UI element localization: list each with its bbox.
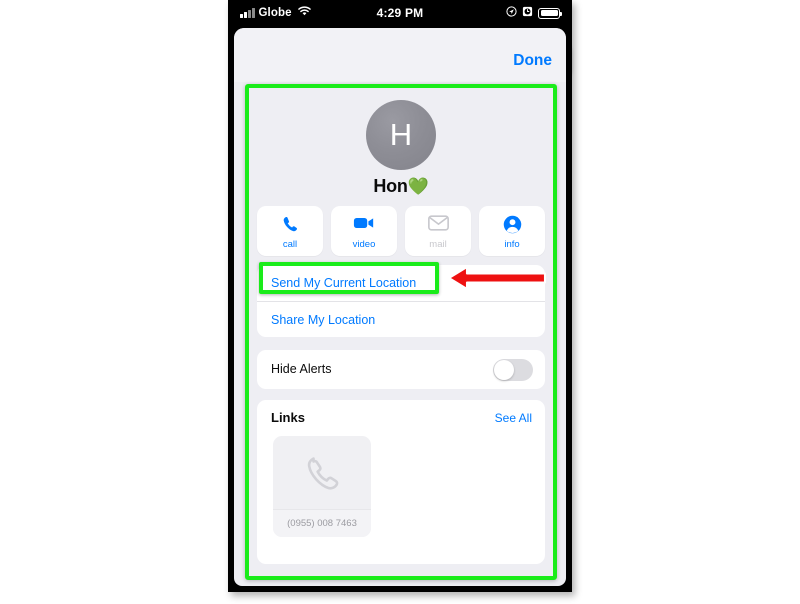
navigation-bar: Done — [234, 28, 566, 82]
person-circle-icon — [479, 215, 545, 234]
send-my-current-location-row[interactable]: Send My Current Location — [257, 265, 545, 301]
call-button-label: call — [282, 239, 298, 250]
done-button[interactable]: Done — [513, 52, 552, 70]
status-bar: Globe 4:29 PM — [228, 0, 572, 28]
contact-profile: H Hon💚 — [249, 88, 553, 203]
hide-alerts-toggle[interactable] — [493, 359, 533, 381]
phone-device-frame: Globe 4:29 PM Done H Hon💚 call video mai… — [228, 0, 572, 592]
status-bar-right — [506, 6, 562, 20]
screenshot-stage: Globe 4:29 PM Done H Hon💚 call video mai… — [0, 0, 800, 604]
hide-alerts-label: Hide Alerts — [271, 362, 332, 376]
phone-icon — [257, 215, 323, 234]
green-heart-emoji: 💚 — [407, 177, 429, 196]
share-my-location-row[interactable]: Share My Location — [257, 301, 545, 337]
alarm-clock-icon — [522, 6, 533, 20]
location-group: Send My Current Location Share My Locati… — [257, 265, 545, 337]
location-arrow-icon — [506, 6, 517, 20]
mail-button-label: mail — [429, 239, 447, 250]
call-button[interactable]: call — [257, 206, 323, 256]
phone-screen: Done H Hon💚 call video mail info Send My… — [234, 28, 566, 586]
info-button-label: info — [504, 239, 520, 250]
contact-name-text: Hon — [373, 176, 408, 196]
phone-handset-icon — [273, 436, 371, 510]
contact-name: Hon💚 — [249, 176, 553, 197]
battery-icon — [538, 7, 562, 19]
contact-avatar[interactable]: H — [366, 100, 436, 170]
link-card[interactable]: (0955) 008 7463 — [273, 436, 371, 537]
video-button[interactable]: video — [331, 206, 397, 256]
video-button-label: video — [352, 239, 376, 250]
hide-alerts-group: Hide Alerts — [257, 350, 545, 389]
links-see-all-button[interactable]: See All — [495, 411, 532, 425]
links-title: Links — [271, 410, 305, 425]
info-button[interactable]: info — [479, 206, 545, 256]
details-content: H Hon💚 call video mail info Send My Curr… — [249, 88, 553, 576]
link-card-caption: (0955) 008 7463 — [273, 509, 371, 537]
envelope-icon — [405, 215, 471, 231]
quick-action-row: call video mail info — [257, 206, 545, 256]
links-section: Links See All (0955) 008 7463 — [257, 400, 545, 564]
mail-button: mail — [405, 206, 471, 256]
video-camera-icon — [331, 215, 397, 231]
